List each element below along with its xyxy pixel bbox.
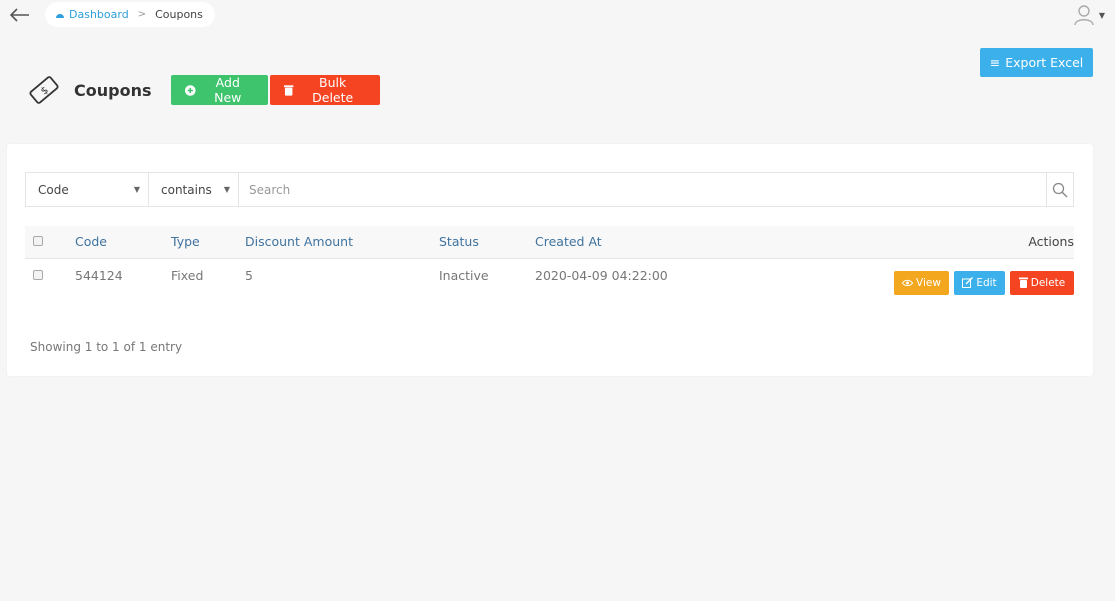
- table-header-row: Code Type Discount Amount Status Created…: [25, 226, 1074, 259]
- add-new-label: Add New: [214, 75, 242, 105]
- delete-label: Delete: [1030, 276, 1066, 289]
- select-all-checkbox[interactable]: [33, 236, 43, 247]
- user-icon: [1074, 5, 1094, 26]
- caret-down-icon: ▼: [133, 185, 140, 194]
- dashboard-icon: [56, 14, 64, 18]
- bulk-delete-button[interactable]: Bulk Delete: [270, 75, 381, 105]
- table-row: 544124 Fixed 5 Inactive 2020-04-09 04:22…: [25, 258, 1074, 295]
- breadcrumb-separator: >: [137, 9, 147, 20]
- filter-operator-select[interactable]: contains ▼: [149, 173, 239, 206]
- column-header-actions: Actions: [785, 226, 1074, 259]
- filter-operator-value: contains: [161, 182, 212, 197]
- column-header-discount[interactable]: Discount Amount: [245, 226, 439, 259]
- trash-icon: [284, 85, 294, 96]
- cell-discount: 5: [245, 267, 253, 283]
- page-title: Coupons: [74, 80, 152, 100]
- user-menu[interactable]: ▼: [1073, 4, 1105, 26]
- search-input[interactable]: [239, 173, 1046, 206]
- coupon-icon: $: [26, 72, 62, 108]
- column-header-status[interactable]: Status: [439, 226, 535, 259]
- export-excel-label: Export Excel: [1005, 55, 1084, 70]
- column-header-type[interactable]: Type: [171, 226, 245, 259]
- trash-icon: [1018, 277, 1028, 288]
- breadcrumb: Dashboard > Coupons: [45, 2, 215, 27]
- pagination-info: Showing 1 to 1 of 1 entry: [30, 340, 183, 354]
- edit-button[interactable]: Edit: [954, 270, 1005, 295]
- bulk-delete-label: Bulk Delete: [312, 75, 354, 105]
- cell-code: 544124: [75, 267, 123, 283]
- filter-bar: Code ▼ contains ▼: [25, 172, 1074, 207]
- column-header-code[interactable]: Code: [75, 226, 171, 259]
- column-header-created-at[interactable]: Created At: [535, 226, 785, 259]
- page-header: $ Coupons Add New Bulk Delete: [26, 72, 381, 108]
- row-checkbox[interactable]: [33, 269, 43, 280]
- breadcrumb-home-link[interactable]: Dashboard: [55, 8, 129, 21]
- search-button[interactable]: [1046, 173, 1073, 206]
- plus-circle-icon: [185, 84, 197, 96]
- cell-created-at: 2020-04-09 04:22:00: [535, 267, 668, 283]
- arrow-left-icon: [10, 8, 29, 22]
- cell-type: Fixed: [171, 267, 204, 283]
- eye-icon: [902, 279, 914, 286]
- view-label: View: [916, 276, 941, 289]
- search-icon: [1052, 182, 1068, 197]
- delete-button[interactable]: Delete: [1010, 270, 1074, 295]
- back-button[interactable]: [8, 4, 32, 26]
- coupons-table: Code Type Discount Amount Status Created…: [25, 226, 1074, 295]
- breadcrumb-home-label: Dashboard: [69, 8, 129, 21]
- add-new-button[interactable]: Add New: [171, 75, 269, 105]
- filter-field-value: Code: [38, 182, 69, 197]
- cell-status: Inactive: [439, 267, 489, 283]
- caret-down-icon: ▼: [223, 185, 230, 194]
- edit-icon: [962, 277, 974, 288]
- list-icon: ≡: [989, 55, 1001, 70]
- view-button[interactable]: View: [894, 270, 949, 295]
- export-excel-button[interactable]: ≡ Export Excel: [980, 48, 1093, 77]
- cell-actions: View Edit Delete: [785, 258, 1074, 295]
- breadcrumb-current: Coupons: [155, 8, 203, 21]
- chevron-down-icon: ▼: [1098, 10, 1105, 20]
- coupons-panel: Code ▼ contains ▼ Code Type Discount Amo…: [7, 144, 1093, 376]
- edit-label: Edit: [976, 276, 997, 289]
- filter-field-select[interactable]: Code ▼: [26, 173, 149, 206]
